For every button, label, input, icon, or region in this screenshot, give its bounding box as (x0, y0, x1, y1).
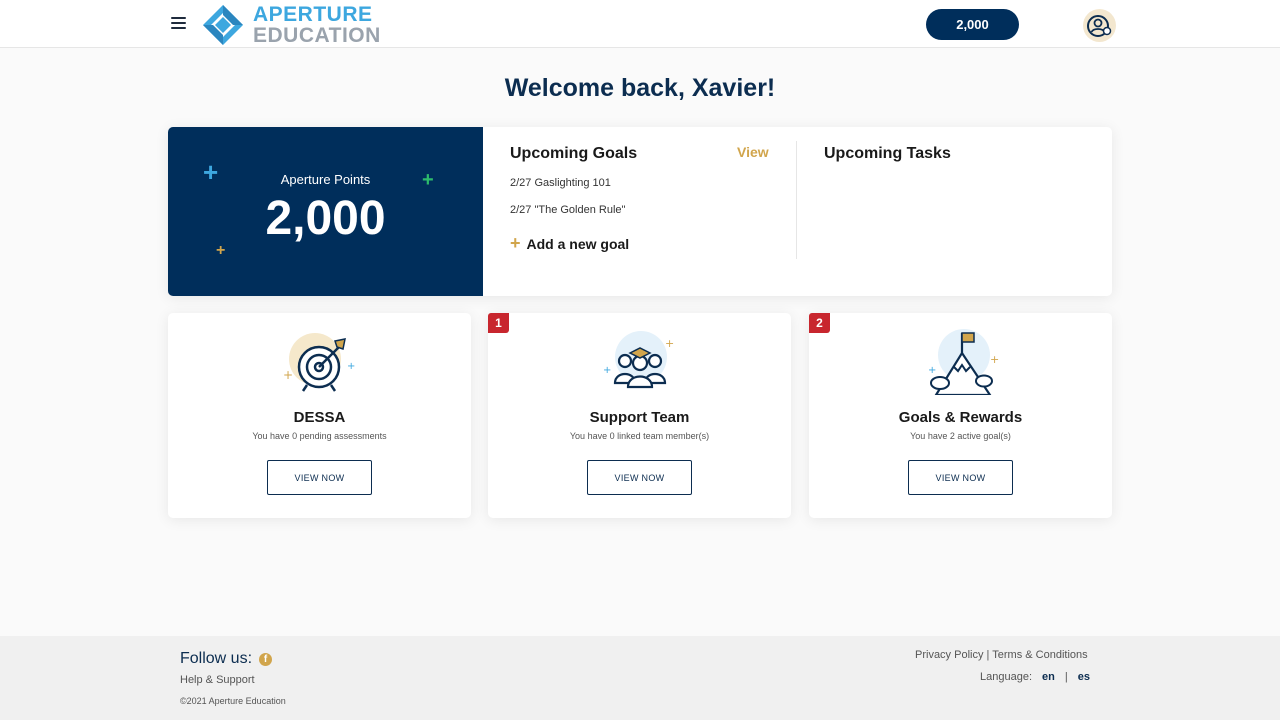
svg-text:+: + (347, 361, 355, 372)
add-goal-button[interactable]: + Add a new goal (510, 233, 629, 254)
support-team-card: 1 + + Support Team You have 0 linked tea… (488, 313, 791, 518)
terms-conditions-link[interactable]: Terms & Conditions (992, 649, 1087, 661)
svg-text:+: + (283, 368, 293, 382)
dessa-card: + + DESSA You have 0 pending assessments… (168, 313, 471, 518)
goals-rewards-view-now-button[interactable]: VIEW NOW (908, 460, 1013, 495)
svg-text:+: + (990, 353, 999, 366)
card-title: Goals & Rewards (898, 409, 1023, 426)
target-icon: + + (279, 325, 359, 395)
card-subtitle: You have 2 active goal(s) (910, 431, 1011, 441)
add-goal-label: Add a new goal (526, 235, 630, 252)
points-value: 2,000 (265, 192, 386, 245)
upcoming-goals-section: Upcoming Goals (510, 145, 770, 163)
view-goals-link[interactable]: View (737, 144, 769, 160)
column-divider (796, 141, 797, 259)
language-selector: Language: en | es (980, 671, 1090, 683)
brand-logo[interactable]: APERTURE EDUCATION (201, 3, 381, 47)
card-subtitle: You have 0 linked team member(s) (569, 431, 710, 441)
user-profile-icon (1087, 15, 1112, 37)
page-title: Welcome back, Xavier! (504, 74, 776, 102)
team-icon: + + (599, 325, 679, 395)
privacy-policy-link[interactable]: Privacy Policy (915, 649, 983, 661)
follow-us: Follow us: f (180, 650, 273, 668)
upcoming-goals-title: Upcoming Goals (510, 145, 638, 162)
follow-us-label: Follow us: (180, 650, 253, 667)
language-label: Language: (980, 671, 1032, 683)
support-team-view-now-button[interactable]: VIEW NOW (587, 460, 692, 495)
aperture-logo-icon (203, 5, 243, 45)
goal-item[interactable]: 2/27 Gaslighting 101 (510, 177, 611, 189)
legal-divider: | (983, 649, 993, 661)
facebook-icon[interactable]: f (259, 652, 273, 666)
brand-name-line1: APERTURE (253, 3, 373, 26)
summary-card: + + + Aperture Points 2,000 Upcoming Goa… (168, 127, 1112, 296)
card-title: Support Team (589, 409, 690, 426)
card-subtitle: You have 0 pending assessments (252, 431, 387, 441)
notification-badge: 2 (809, 313, 830, 333)
copyright-text: ©2021 Aperture Education (180, 696, 286, 706)
help-support-link[interactable]: Help & Support (180, 674, 255, 686)
svg-text:+: + (603, 365, 611, 376)
dessa-view-now-button[interactable]: VIEW NOW (267, 460, 372, 495)
menu-icon[interactable] (171, 17, 186, 29)
goals-rewards-card: 2 + + Goals & Rewards You have 2 active … (809, 313, 1112, 518)
language-divider: | (1064, 671, 1068, 683)
brand-name-line2: EDUCATION (253, 24, 381, 47)
language-en-link[interactable]: en (1042, 671, 1055, 683)
top-header: APERTURE EDUCATION 2,000 (0, 0, 1280, 48)
notification-badge: 1 (488, 313, 509, 333)
user-avatar[interactable] (1083, 9, 1116, 42)
legal-links: Privacy Policy | Terms & Conditions (915, 649, 1088, 661)
points-balance-button[interactable]: 2,000 (926, 9, 1019, 40)
goal-item[interactable]: 2/27 "The Golden Rule" (510, 204, 625, 216)
points-label: Aperture Points (280, 172, 371, 187)
upcoming-tasks-section: Upcoming Tasks (824, 145, 951, 163)
page-footer: Follow us: f Help & Support ©2021 Apertu… (0, 636, 1280, 720)
upcoming-tasks-title: Upcoming Tasks (824, 145, 951, 162)
mountain-flag-icon: + + (920, 325, 1000, 397)
svg-text:+: + (665, 337, 674, 350)
plus-icon: + (510, 233, 521, 253)
points-panel: + + + Aperture Points 2,000 (168, 127, 483, 296)
svg-text:+: + (928, 365, 936, 376)
language-es-link[interactable]: es (1078, 671, 1090, 683)
card-title: DESSA (293, 409, 346, 426)
